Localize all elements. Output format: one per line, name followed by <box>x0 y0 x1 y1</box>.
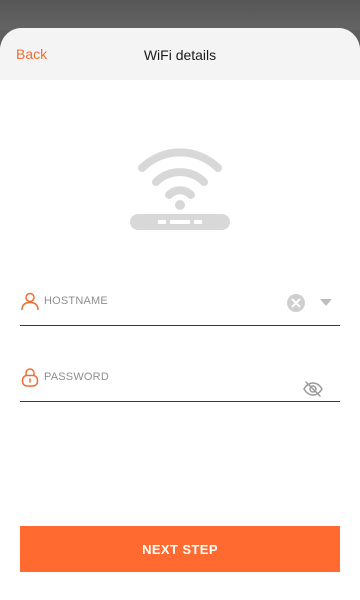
password-placeholder: PASSWORD <box>44 371 109 383</box>
next-step-button[interactable]: NEXT STEP <box>20 526 340 572</box>
lock-icon <box>21 368 39 387</box>
clear-icon[interactable] <box>286 293 306 313</box>
user-icon <box>21 292 39 311</box>
page-title: WiFi details <box>143 47 217 63</box>
hostname-placeholder: HOSTNAME <box>44 295 108 307</box>
password-field[interactable]: PASSWORD <box>20 361 340 402</box>
header: Back WiFi details <box>0 28 360 80</box>
wifi-details-sheet: Back WiFi details HOSTNAME PASSWORD NEXT… <box>0 28 360 600</box>
hostname-field[interactable]: HOSTNAME <box>20 285 340 326</box>
eye-off-icon[interactable] <box>302 380 324 398</box>
dropdown-arrow-icon[interactable] <box>318 295 334 309</box>
dimmed-background <box>0 0 360 30</box>
wifi-router-icon <box>130 148 230 230</box>
